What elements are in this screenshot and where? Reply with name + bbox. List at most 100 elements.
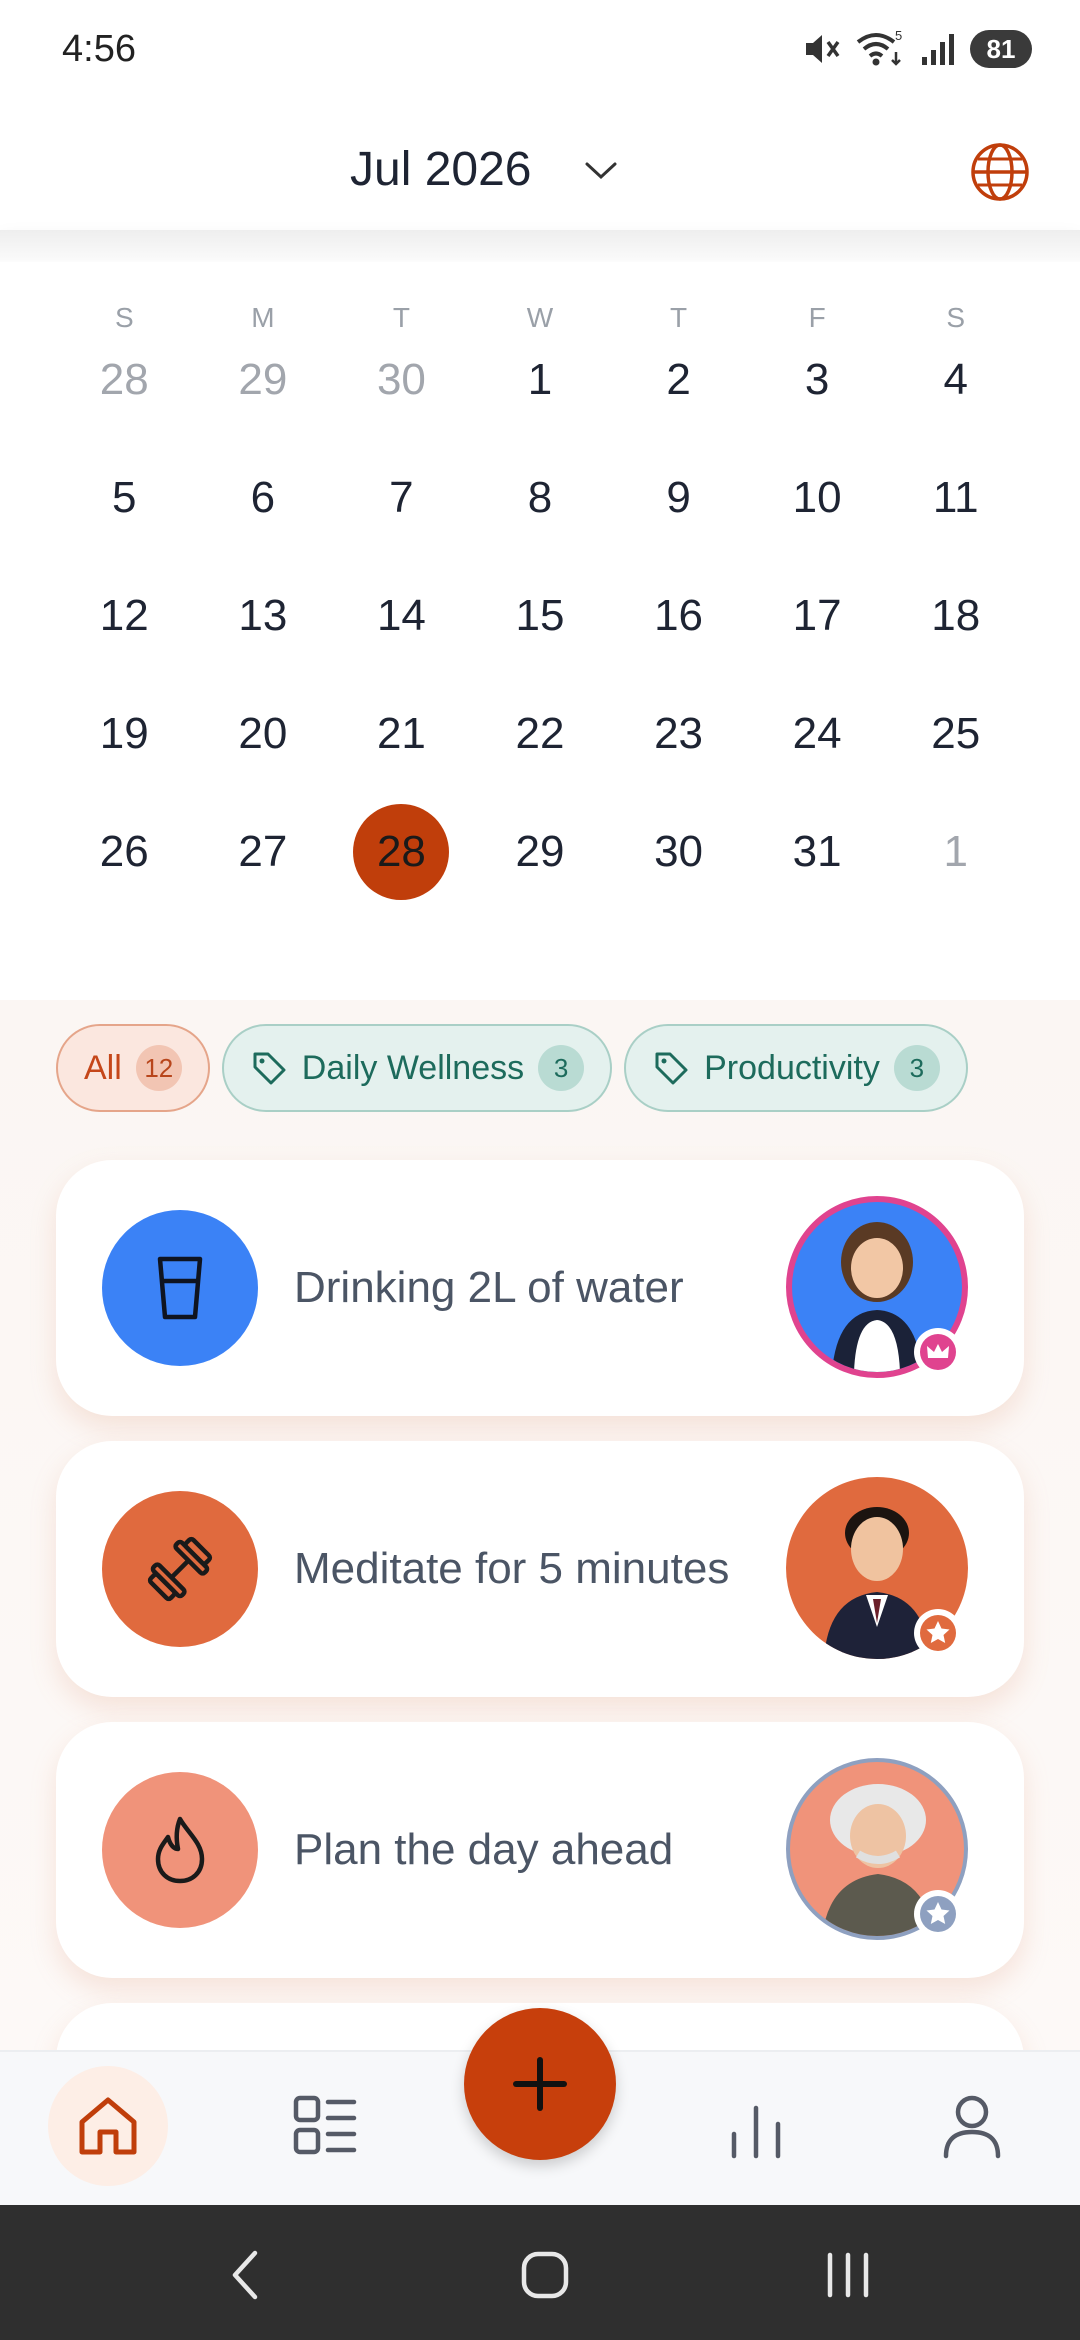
filter-chip-count: 3 bbox=[893, 1045, 940, 1091]
nav-stats[interactable] bbox=[696, 2066, 816, 2186]
calendar-day[interactable]: 17 bbox=[769, 568, 865, 664]
weekday-label: F bbox=[808, 302, 826, 333]
habit-card[interactable]: Drinking 2L of water bbox=[56, 1160, 1024, 1416]
calendar-day[interactable]: 1 bbox=[908, 804, 1004, 900]
calendar-day[interactable]: 8 bbox=[492, 450, 588, 546]
calendar-day[interactable]: 12 bbox=[76, 568, 172, 664]
calendar-day[interactable]: 4 bbox=[908, 332, 1004, 428]
tag-icon bbox=[655, 1052, 688, 1085]
filter-chip-all[interactable]: All 12 bbox=[56, 1024, 210, 1112]
mute-icon bbox=[806, 35, 840, 63]
calendar-day[interactable]: 14 bbox=[353, 568, 449, 664]
habit-card[interactable]: Plan the day ahead bbox=[56, 1722, 1024, 1978]
habit-label: Meditate for 5 minutes bbox=[294, 1544, 730, 1593]
wifi-badge: 5 bbox=[895, 28, 902, 43]
habit-list-area: All 12 Daily Wellness 3 Productivity 3 D… bbox=[0, 1000, 1080, 2050]
stats-icon bbox=[731, 2105, 781, 2159]
filter-chip-productivity[interactable]: Productivity 3 bbox=[624, 1024, 968, 1112]
filter-chip-label: Productivity bbox=[704, 1048, 880, 1087]
calendar-day[interactable]: 16 bbox=[631, 568, 727, 664]
calendar-day[interactable]: 28 bbox=[76, 332, 172, 428]
nav-profile[interactable] bbox=[912, 2066, 1032, 2186]
calendar-day[interactable]: 29 bbox=[215, 332, 311, 428]
calendar-day[interactable]: 19 bbox=[76, 686, 172, 782]
weekday-label: M bbox=[251, 302, 275, 333]
list-icon bbox=[293, 2095, 357, 2155]
flame-icon bbox=[155, 1816, 205, 1884]
calendar-day[interactable]: 18 bbox=[908, 568, 1004, 664]
nav-list[interactable] bbox=[264, 2066, 384, 2186]
weekday-label: W bbox=[526, 302, 554, 333]
calendar-day[interactable]: 27 bbox=[215, 804, 311, 900]
calendar-day[interactable]: 25 bbox=[908, 686, 1004, 782]
system-home-button[interactable] bbox=[505, 2235, 585, 2315]
calendar-day[interactable]: 20 bbox=[215, 686, 311, 782]
signal-icon bbox=[922, 34, 954, 65]
calendar-day[interactable]: 9 bbox=[631, 450, 727, 546]
calendar-day[interactable]: 30 bbox=[353, 332, 449, 428]
calendar-day[interactable]: 5 bbox=[76, 450, 172, 546]
battery-icon: 81 bbox=[970, 30, 1032, 68]
calendar-day[interactable]: 6 bbox=[215, 450, 311, 546]
calendar-day[interactable]: 13 bbox=[215, 568, 311, 664]
system-recents-button[interactable] bbox=[808, 2235, 888, 2315]
calendar-day-selected[interactable]: 28 bbox=[353, 804, 450, 900]
filter-chip-count: 12 bbox=[135, 1045, 182, 1091]
calendar-week-row: 28 29 30 1 2 3 4 bbox=[55, 332, 1025, 428]
calendar-day[interactable]: 30 bbox=[631, 804, 727, 900]
add-habit-button[interactable] bbox=[464, 2008, 616, 2160]
calendar-week-row: 26 27 28 29 30 31 1 bbox=[55, 804, 1025, 900]
nav-home[interactable] bbox=[48, 2066, 168, 2186]
habit-icon bbox=[102, 1210, 258, 1366]
dumbbell-icon bbox=[147, 1536, 213, 1602]
habit-icon bbox=[102, 1772, 258, 1928]
avatar-badge bbox=[914, 1609, 962, 1657]
filter-chip-daily-wellness[interactable]: Daily Wellness 3 bbox=[221, 1024, 613, 1112]
filter-chips: All 12 Daily Wellness 3 Productivity 3 bbox=[56, 1024, 1080, 1114]
calendar-day[interactable]: 11 bbox=[908, 450, 1004, 546]
home-icon bbox=[79, 2097, 137, 2155]
tag-icon bbox=[253, 1052, 286, 1085]
recents-icon bbox=[827, 2252, 869, 2298]
weekday-label: T bbox=[670, 302, 688, 333]
crown-icon bbox=[920, 1334, 956, 1370]
calendar-day[interactable]: 7 bbox=[353, 450, 449, 546]
profile-icon bbox=[943, 2095, 1001, 2159]
back-icon bbox=[232, 2250, 258, 2300]
calendar-day[interactable]: 2 bbox=[631, 332, 727, 428]
calendar-week-row: 5 6 7 8 9 10 11 bbox=[55, 450, 1025, 546]
status-time: 4:56 bbox=[62, 28, 136, 70]
calendar-day[interactable]: 23 bbox=[631, 686, 727, 782]
status-icons: 5 81 bbox=[802, 26, 1032, 72]
filter-chip-label: All bbox=[84, 1048, 122, 1087]
habit-label: Drinking 2L of water bbox=[294, 1263, 684, 1312]
calendar-day[interactable]: 26 bbox=[76, 804, 172, 900]
calendar-day[interactable]: 3 bbox=[769, 332, 865, 428]
weekday-label: S bbox=[114, 302, 134, 333]
weekday-label: T bbox=[392, 302, 410, 333]
filter-chip-count: 3 bbox=[538, 1045, 585, 1091]
calendar-day[interactable]: 1 bbox=[492, 332, 588, 428]
calendar-day[interactable]: 10 bbox=[769, 450, 865, 546]
calendar-day[interactable]: 21 bbox=[353, 686, 449, 782]
calendar-day[interactable]: 15 bbox=[492, 568, 588, 664]
system-nav-bar bbox=[0, 2205, 1080, 2340]
calendar-day[interactable]: 31 bbox=[769, 804, 865, 900]
avatar-badge bbox=[914, 1890, 962, 1938]
weekday-label: S bbox=[946, 302, 966, 333]
home-button-icon bbox=[521, 2251, 569, 2299]
calendar-day[interactable]: 24 bbox=[769, 686, 865, 782]
system-back-button[interactable] bbox=[205, 2235, 285, 2315]
calendar-day[interactable]: 29 bbox=[492, 804, 588, 900]
calendar-day[interactable]: 22 bbox=[492, 686, 588, 782]
habit-card[interactable]: Meditate for 5 minutes bbox=[56, 1441, 1024, 1697]
month-selector[interactable]: Jul 2026 bbox=[350, 142, 619, 197]
header: Jul 2026 bbox=[0, 100, 1080, 230]
habit-label: Plan the day ahead bbox=[294, 1825, 674, 1874]
calendar-week-row: 12 13 14 15 16 17 18 bbox=[55, 568, 1025, 664]
star-icon bbox=[920, 1615, 956, 1651]
language-button[interactable] bbox=[968, 140, 1032, 204]
calendar-week-row: 19 20 21 22 23 24 25 bbox=[55, 686, 1025, 782]
globe-icon bbox=[971, 143, 1029, 201]
plus-icon bbox=[513, 2057, 567, 2111]
